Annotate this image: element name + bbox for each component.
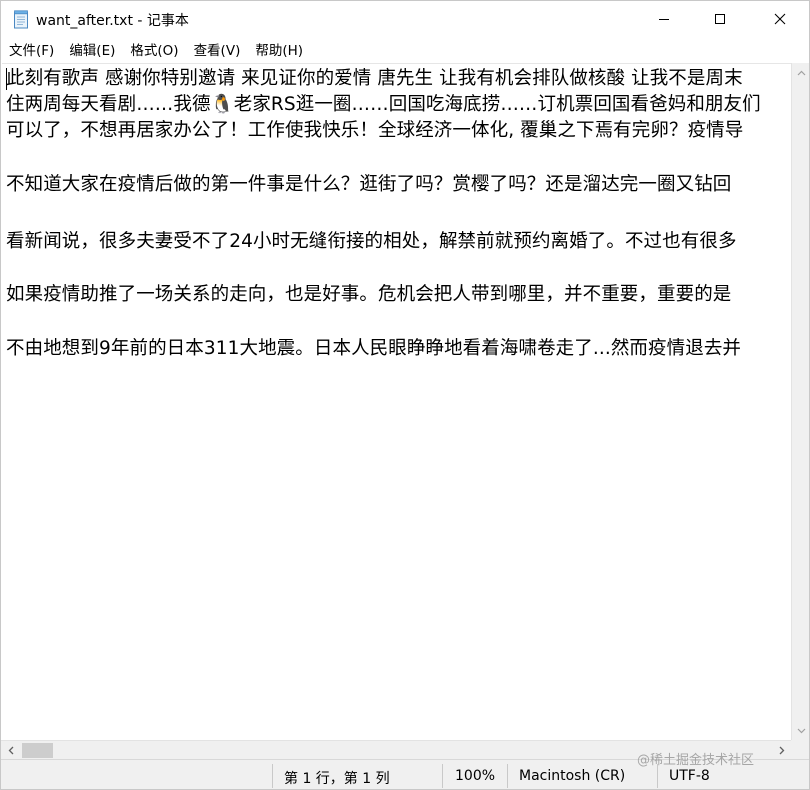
menu-format[interactable]: 格式(O)	[122, 40, 185, 62]
scroll-right-button[interactable]	[772, 741, 791, 760]
chevron-down-icon	[797, 728, 806, 733]
vertical-scroll-track[interactable]	[794, 83, 808, 703]
text-line: 住两周每天看剧……我德🐧老家RS逛一圈……回国吃海底捞……订机票回国看爸妈和朋友…	[6, 94, 761, 115]
zoom-level: 100%	[455, 768, 496, 784]
menu-help[interactable]: 帮助(H)	[247, 40, 310, 62]
scroll-up-button[interactable]	[792, 63, 809, 82]
notepad-window: want_after.txt - 记事本 文件(F) 编辑(E) 格式(O) 查…	[0, 0, 810, 790]
window-title: want_after.txt - 记事本	[36, 13, 189, 29]
text-line: 如果疫情助推了一场关系的走向，也是好事。危机会把人带到哪里，并不重要，重要的是	[6, 284, 732, 305]
text-line: 不知道大家在疫情后做的第一件事是什么？逛街了吗？赏樱了吗？还是溜达完一圈又钻回	[6, 174, 732, 195]
text-editor[interactable]: 此刻有歌声 感谢你特别邀请 来见证你的爱情 唐先生 让我有机会排队做核酸 让我不…	[2, 63, 791, 740]
close-button[interactable]	[757, 1, 803, 37]
text-line: 看新闻说，很多夫妻受不了24小时无缝衔接的相处，解禁前就预约离婚了。不过也有很多	[6, 231, 737, 252]
text-line: 不由地想到9年前的日本311大地震。日本人民眼睁睁地看着海啸卷走了...然而疫情…	[6, 338, 742, 359]
chevron-left-icon	[8, 746, 13, 755]
notepad-app-icon[interactable]	[13, 10, 30, 29]
text-line: 可以了，不想再居家办公了！工作使我快乐！全球经济一体化, 覆巢之下焉有完卵？疫情…	[6, 120, 744, 141]
status-divider	[272, 764, 273, 788]
text-line: 此刻有歌声 感谢你特别邀请 来见证你的爱情 唐先生 让我有机会排队做核酸 让我不…	[6, 68, 743, 89]
text-caret	[6, 68, 7, 90]
cursor-position: 第 1 行，第 1 列	[284, 771, 390, 787]
minimize-icon	[659, 19, 669, 20]
line-ending-status: Macintosh (CR)	[519, 768, 626, 784]
menu-edit[interactable]: 编辑(E)	[61, 40, 122, 62]
status-divider	[442, 764, 443, 788]
scrollbar-corner	[791, 740, 809, 759]
chevron-right-icon	[779, 746, 784, 755]
minimize-button[interactable]	[641, 1, 687, 37]
scroll-down-button[interactable]	[792, 721, 809, 740]
encoding-status: UTF-8	[669, 768, 710, 784]
menu-view[interactable]: 查看(V)	[186, 40, 248, 62]
close-icon	[774, 13, 786, 25]
horizontal-scroll-thumb[interactable]	[22, 743, 53, 758]
menu-file[interactable]: 文件(F)	[1, 40, 61, 62]
watermark: @稀土掘金技术社区	[637, 753, 755, 768]
status-divider	[507, 764, 508, 788]
menu-bar: 文件(F) 编辑(E) 格式(O) 查看(V) 帮助(H)	[1, 40, 809, 62]
vertical-scrollbar[interactable]	[791, 63, 809, 740]
maximize-icon	[715, 14, 725, 24]
maximize-button[interactable]	[697, 1, 743, 37]
title-bar[interactable]: want_after.txt - 记事本	[1, 1, 809, 37]
chevron-up-icon	[797, 70, 806, 75]
scroll-left-button[interactable]	[1, 741, 20, 760]
